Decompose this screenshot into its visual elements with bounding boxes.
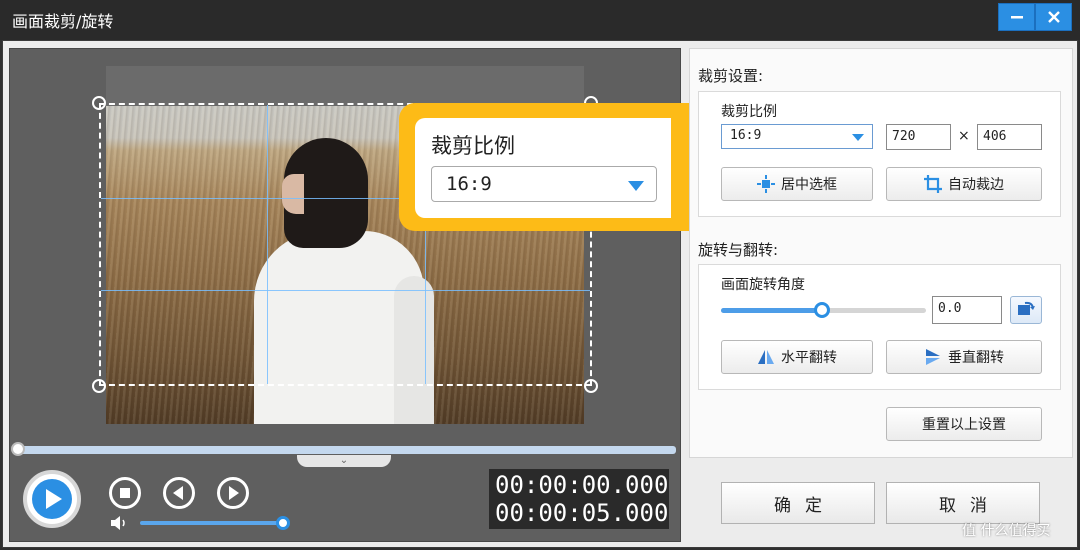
center-crop-label: 居中选框 [781,177,837,193]
crop-grid-hline-2 [101,290,590,291]
crop-handle-top-left[interactable] [92,96,106,110]
auto-crop-button[interactable]: 自动裁边 [886,167,1042,201]
title-bar: 画面裁剪/旋转 [0,0,1080,40]
chevron-down-icon [628,181,644,191]
window-controls [998,3,1072,31]
crop-ratio-select[interactable]: 16:9 [721,124,873,149]
times-symbol: × [958,128,970,144]
chevron-down-icon [852,134,864,141]
rotate-angle-value: 0.0 [938,301,962,316]
callout-ratio-value: 16:9 [446,173,492,195]
rotate-90-button[interactable] [1010,296,1042,324]
stop-icon [120,488,130,498]
crop-width-input[interactable]: 720 [886,124,951,150]
crop-height-value: 406 [983,129,1007,144]
time-display: 00:00:00.000 00:00:05.000 [489,469,669,529]
cancel-button[interactable]: 取消 [886,482,1040,524]
flip-horizontal-button[interactable]: 水平翻转 [721,340,873,374]
crop-section-title: 裁剪设置: [698,67,764,85]
flip-vertical-label: 垂直翻转 [948,350,1004,366]
crop-handle-bottom-left[interactable] [92,379,106,393]
watermark: 值 什么值得买 [962,523,1051,539]
flip-vertical-icon [924,348,942,366]
next-icon [229,486,239,500]
next-frame-button[interactable] [217,477,249,509]
volume-icon[interactable] [110,515,130,531]
flip-horizontal-icon [757,348,775,366]
prev-icon [173,486,183,500]
total-time: 00:00:05.000 [495,499,669,527]
auto-crop-label: 自动裁边 [948,177,1004,193]
play-button[interactable] [23,470,81,528]
crop-ratio-label: 裁剪比例 [721,104,777,120]
center-frame-icon [757,175,775,193]
volume-handle[interactable] [276,516,290,530]
close-icon[interactable] [1035,3,1072,31]
crop-height-input[interactable]: 406 [977,124,1042,150]
rotate-section-title: 旋转与翻转: [698,241,779,259]
rotate-angle-handle[interactable] [814,302,830,318]
callout-label: 裁剪比例 [431,134,515,158]
seek-handle[interactable] [11,442,25,456]
crop-handle-bottom-right[interactable] [584,379,598,393]
center-crop-button[interactable]: 居中选框 [721,167,873,201]
rotate-angle-label: 画面旋转角度 [721,277,805,293]
window-title: 画面裁剪/旋转 [12,12,114,31]
rotate-angle-input[interactable]: 0.0 [932,296,1002,324]
minimize-icon[interactable] [998,3,1035,31]
seek-bar[interactable] [16,446,676,454]
prev-frame-button[interactable] [163,477,195,509]
flip-horizontal-label: 水平翻转 [781,350,837,366]
play-icon [32,479,72,519]
crop-icon [924,175,942,193]
flip-vertical-button[interactable]: 垂直翻转 [886,340,1042,374]
stop-button[interactable] [109,477,141,509]
volume-slider[interactable] [140,521,286,525]
crop-grid-vline-1 [267,105,268,384]
crop-ratio-value: 16:9 [730,128,762,143]
crop-width-value: 720 [892,129,916,144]
ok-button[interactable]: 确定 [721,482,875,524]
expand-chevron-icon[interactable]: ⌄ [297,455,391,467]
reset-settings-button[interactable]: 重置以上设置 [886,407,1042,441]
reset-settings-label: 重置以上设置 [922,417,1006,433]
callout-ratio-select[interactable]: 16:9 [431,166,657,202]
current-time: 00:00:00.000 [495,471,669,499]
rotate-icon [1016,300,1036,320]
